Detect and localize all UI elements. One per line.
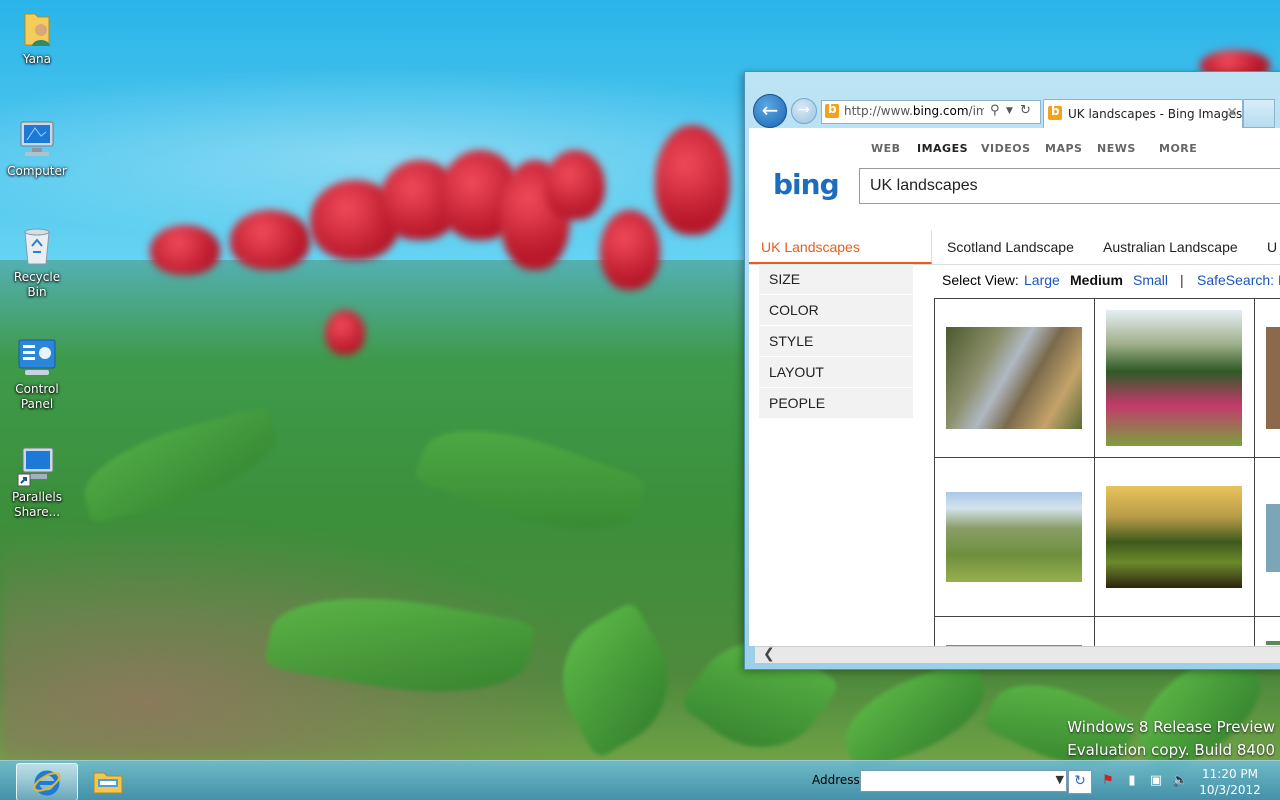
back-button[interactable]: ← xyxy=(753,94,787,128)
image-thumbnail[interactable] xyxy=(946,327,1082,429)
desktop-icon-label: Parallels Share... xyxy=(12,490,62,519)
taskbar-internet-explorer[interactable] xyxy=(16,763,78,800)
filter-size[interactable]: SIZE xyxy=(759,264,913,295)
address-url[interactable]: http://www.bing.com/ima xyxy=(844,104,984,118)
watermark-line-1: Windows 8 Release Preview xyxy=(1067,718,1275,736)
image-result[interactable] xyxy=(934,616,1094,646)
control-panel-icon xyxy=(15,336,59,380)
address-toolbar-input[interactable]: ▼ xyxy=(860,770,1067,792)
nav-images[interactable]: IMAGES xyxy=(917,142,968,155)
close-tab-icon[interactable]: ✕ xyxy=(1226,105,1238,121)
network-icon[interactable]: ▣ xyxy=(1148,773,1164,789)
image-result[interactable] xyxy=(1094,298,1254,457)
page-viewport: WEB IMAGES VIDEOS MAPS NEWS MORE bing UK… xyxy=(749,128,1280,646)
view-small[interactable]: Small xyxy=(1133,272,1168,288)
image-thumbnail[interactable] xyxy=(1266,641,1280,645)
recycle-bin-icon xyxy=(15,224,59,268)
image-result[interactable] xyxy=(934,457,1094,616)
parallels-share-icon xyxy=(15,444,59,488)
safesearch-link[interactable]: SafeSearch: M xyxy=(1197,272,1280,288)
internet-explorer-icon xyxy=(33,770,61,796)
scroll-left-icon[interactable]: ❮ xyxy=(763,647,775,662)
bing-logo[interactable]: bing xyxy=(773,168,840,201)
browser-window[interactable]: ← → http://www.bing.com/ima ⚲ ▼ ↻ UK lan… xyxy=(744,71,1280,670)
watermark-line-2: Evaluation copy. Build 8400 xyxy=(1067,741,1275,759)
image-thumbnail[interactable] xyxy=(1106,486,1242,588)
search-icon[interactable]: ⚲ xyxy=(990,103,1000,118)
desktop-icon-control-panel[interactable]: Control Panel xyxy=(4,336,70,412)
image-result[interactable] xyxy=(1254,616,1280,646)
address-bar[interactable]: http://www.bing.com/ima ⚲ ▼ ↻ xyxy=(821,100,1041,124)
related-searches: UK Landscapes Scotland Landscape Austral… xyxy=(749,230,1280,265)
related-australian-landscape[interactable]: Australian Landscape xyxy=(1103,239,1238,255)
tab-title: UK landscapes - Bing Images xyxy=(1068,107,1243,121)
user-folder-icon xyxy=(15,6,59,50)
image-result[interactable] xyxy=(1094,616,1254,646)
action-center-flag-icon[interactable]: ⚑ xyxy=(1100,773,1116,789)
refresh-icon[interactable]: ↻ xyxy=(1020,103,1031,118)
related-uk-landscapes[interactable]: UK Landscapes xyxy=(749,230,932,264)
clock-date: 10/3/2012 xyxy=(1199,783,1261,797)
address-toolbar-label: Address xyxy=(812,773,860,787)
windows-watermark: Windows 8 Release Preview Evaluation cop… xyxy=(1067,716,1275,762)
nav-maps[interactable]: MAPS xyxy=(1045,142,1082,155)
desktop-icon-label: Control Panel xyxy=(15,382,59,411)
clock-time: 11:20 PM xyxy=(1202,767,1258,781)
desktop-icon-label: Recycle Bin xyxy=(13,270,61,299)
search-input[interactable]: UK landscapes xyxy=(859,168,1280,204)
taskbar: Address ▼ ↻ ⚑ ▮ ▣ 🔈 11:20 PM 10/3/2012 xyxy=(0,760,1280,800)
bing-favicon-icon xyxy=(1048,104,1062,120)
image-result[interactable] xyxy=(1094,457,1254,616)
desktop-icon-computer[interactable]: Computer xyxy=(4,118,70,179)
chevron-down-icon[interactable]: ▼ xyxy=(1056,773,1064,786)
system-clock[interactable]: 11:20 PM 10/3/2012 xyxy=(1196,766,1264,798)
nav-more[interactable]: MORE xyxy=(1159,142,1197,155)
filter-color[interactable]: COLOR xyxy=(759,295,913,326)
new-tab-button[interactable] xyxy=(1243,99,1275,128)
arrow-left-icon: ← xyxy=(761,98,779,122)
desktop-icon-parallels-share[interactable]: Parallels Share... xyxy=(4,444,70,520)
filter-sidebar: SIZE COLOR STYLE LAYOUT PEOPLE xyxy=(759,264,913,419)
forward-button[interactable]: → xyxy=(791,98,817,124)
tab-bing-images[interactable]: UK landscapes - Bing Images ✕ xyxy=(1043,99,1243,128)
view-medium: Medium xyxy=(1070,272,1123,288)
image-thumbnail[interactable] xyxy=(1266,327,1280,429)
image-result[interactable] xyxy=(934,298,1094,457)
horizontal-scrollbar[interactable]: ❮ xyxy=(755,646,1280,663)
image-thumbnail[interactable] xyxy=(1266,504,1280,572)
image-thumbnail[interactable] xyxy=(1106,310,1242,446)
image-thumbnail[interactable] xyxy=(946,492,1082,582)
desktop-icon-recycle-bin[interactable]: Recycle Bin xyxy=(4,224,70,300)
nav-web[interactable]: WEB xyxy=(871,142,901,155)
dropdown-icon[interactable]: ▼ xyxy=(1006,106,1013,116)
view-label: Select View: xyxy=(942,272,1019,288)
filter-people[interactable]: PEOPLE xyxy=(759,388,913,419)
related-scotland-landscape[interactable]: Scotland Landscape xyxy=(947,239,1074,255)
desktop-icon-label: Yana xyxy=(23,52,51,66)
file-explorer-icon xyxy=(93,772,123,794)
image-result[interactable] xyxy=(1254,457,1280,616)
arrow-right-icon: → xyxy=(798,102,810,118)
related-more[interactable]: U xyxy=(1267,239,1277,255)
desktop-icon-yana[interactable]: Yana xyxy=(4,6,70,67)
image-result[interactable] xyxy=(1254,298,1280,457)
desktop-icon-label: Computer xyxy=(7,164,67,178)
computer-icon xyxy=(15,118,59,162)
volume-icon[interactable]: 🔈 xyxy=(1172,773,1188,789)
power-icon[interactable]: ▮ xyxy=(1124,773,1140,789)
refresh-icon: ↻ xyxy=(1074,773,1086,789)
nav-videos[interactable]: VIDEOS xyxy=(981,142,1031,155)
view-separator: | xyxy=(1180,272,1184,288)
view-large[interactable]: Large xyxy=(1024,272,1060,288)
browser-toolbar: ← → http://www.bing.com/ima ⚲ ▼ ↻ UK lan… xyxy=(745,72,1280,128)
filter-style[interactable]: STYLE xyxy=(759,326,913,357)
address-go-button[interactable]: ↻ xyxy=(1068,770,1092,794)
image-results-grid xyxy=(934,298,1280,646)
nav-news[interactable]: NEWS xyxy=(1097,142,1136,155)
search-query: UK landscapes xyxy=(870,177,978,194)
bing-favicon-icon xyxy=(825,102,839,118)
filter-layout[interactable]: LAYOUT xyxy=(759,357,913,388)
taskbar-file-explorer[interactable] xyxy=(78,763,138,799)
